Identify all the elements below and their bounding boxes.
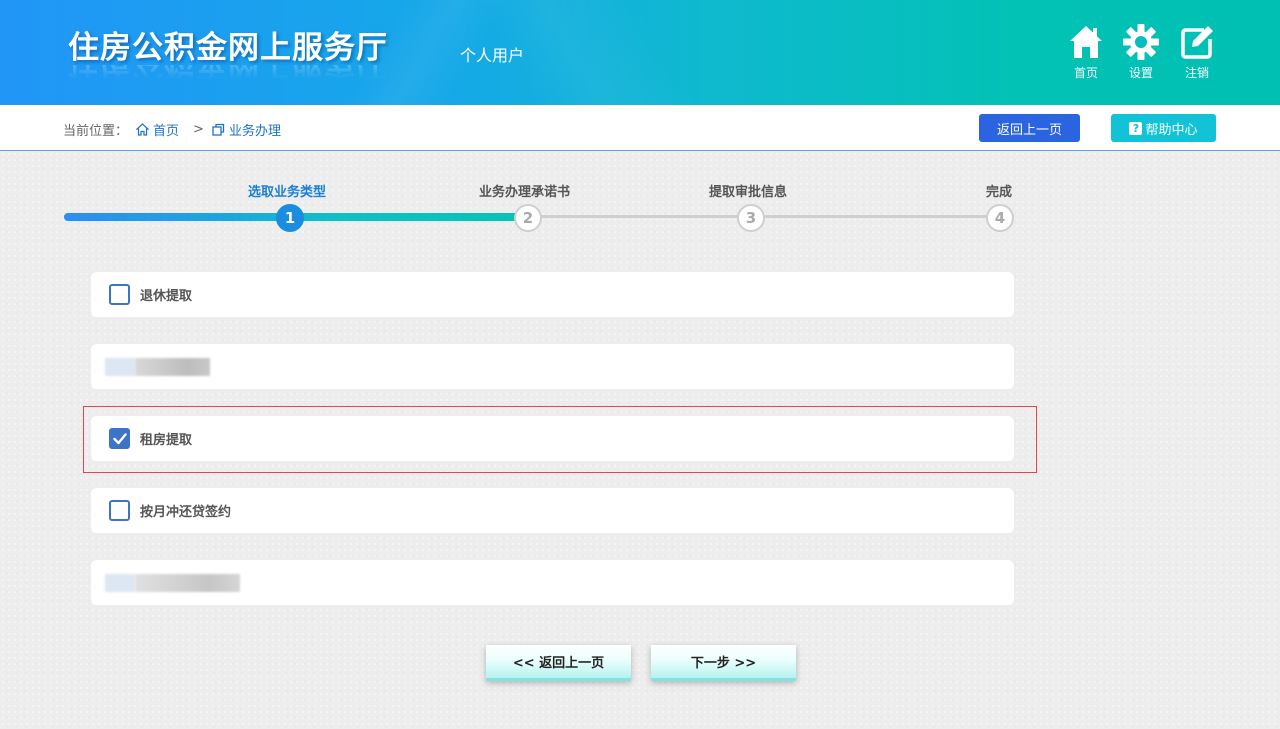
- option-rent[interactable]: 租房提取: [91, 416, 1014, 461]
- breadcrumb: 当前位置： 首页 > 业务办理: [63, 120, 281, 139]
- prev-page-button[interactable]: << 返回上一页: [486, 645, 631, 681]
- header-home-label: 首页: [1073, 66, 1098, 80]
- step-dot-2: 2: [514, 204, 542, 232]
- checkbox-monthly-loan[interactable]: [109, 500, 130, 521]
- header-logout-link[interactable]: 注销: [1172, 24, 1222, 81]
- checkbox-rent[interactable]: [109, 428, 130, 449]
- option-monthly-loan-label: 按月冲还贷签约: [140, 505, 232, 520]
- home-icon: [1070, 26, 1102, 58]
- breadcrumb-separator: >: [193, 122, 204, 137]
- checkmark-icon: [112, 432, 127, 444]
- app-header: 住房公积金网上服务厅 住房公积金网上服务厅 个人用户 首页: [0, 0, 1280, 105]
- breadcrumb-prefix: 当前位置：: [63, 124, 129, 139]
- option-rent-label: 租房提取: [140, 433, 193, 448]
- copy-icon: [212, 123, 225, 136]
- breadcrumb-bar: 当前位置： 首页 > 业务办理 返回上一页 ? 帮助中心: [0, 105, 1280, 151]
- breadcrumb-home-label: 首页: [153, 124, 180, 139]
- breadcrumb-home-link[interactable]: 首页: [136, 120, 179, 139]
- next-step-button[interactable]: 下一步 >>: [651, 645, 796, 681]
- header-home-link[interactable]: 首页: [1061, 24, 1111, 81]
- step-dot-3: 3: [737, 204, 765, 232]
- obscured-label: [135, 574, 240, 592]
- help-center-label: 帮助中心: [1145, 122, 1198, 138]
- step-label-3: 提取审批信息: [709, 185, 788, 200]
- option-retirement-label: 退休提取: [140, 289, 193, 304]
- header-logout-label: 注销: [1184, 66, 1209, 80]
- option-monthly-loan[interactable]: 按月冲还贷签约: [91, 488, 1014, 533]
- help-center-button[interactable]: ? 帮助中心: [1111, 114, 1216, 142]
- step-dot-4: 4: [986, 204, 1014, 232]
- checkbox-retirement[interactable]: [109, 284, 130, 305]
- help-icon: ?: [1129, 121, 1143, 135]
- main-content: 选取业务类型 业务办理承诺书 提取审批信息 完成 1 2 3 4 退休提取 租房…: [0, 151, 1280, 729]
- step-label-4: 完成: [986, 185, 1013, 200]
- step-label-2: 业务办理承诺书: [479, 185, 571, 200]
- edit-icon: [1181, 26, 1213, 59]
- gear-icon: [1123, 24, 1159, 60]
- obscured-checkbox: [105, 358, 135, 376]
- breadcrumb-current-label: 业务办理: [228, 124, 281, 139]
- obscured-label: [135, 358, 210, 376]
- back-button-top[interactable]: 返回上一页: [979, 114, 1080, 142]
- logo-reflection: 住房公积金网上服务厅: [68, 65, 388, 79]
- option-retirement[interactable]: 退休提取: [91, 272, 1014, 317]
- option-obscured-2[interactable]: [91, 560, 1014, 605]
- header-settings-link[interactable]: 设置: [1116, 24, 1166, 81]
- header-settings-label: 设置: [1128, 66, 1153, 80]
- small-home-icon: [136, 123, 150, 136]
- user-type-label: 个人用户: [460, 46, 525, 65]
- step-dot-1: 1: [276, 204, 304, 232]
- breadcrumb-current-link[interactable]: 业务办理: [212, 120, 281, 139]
- step-label-1: 选取业务类型: [248, 185, 327, 200]
- site-logo[interactable]: 住房公积金网上服务厅 住房公积金网上服务厅: [68, 22, 388, 82]
- option-obscured-1[interactable]: [91, 344, 1014, 389]
- logo-text: 住房公积金网上服务厅: [68, 30, 388, 66]
- obscured-checkbox: [105, 574, 135, 592]
